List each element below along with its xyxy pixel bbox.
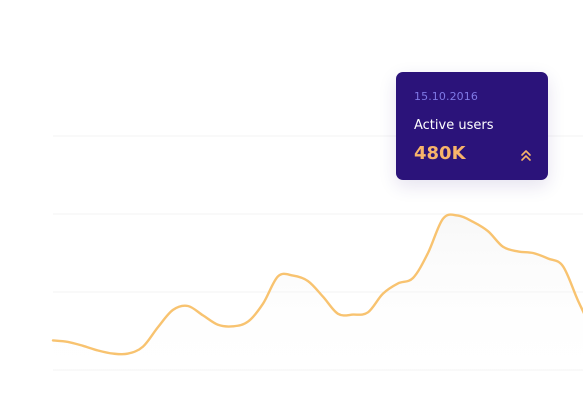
data-tooltip: 15.10.2016 Active users 480K — [396, 72, 548, 180]
double-chevron-up-icon — [521, 150, 531, 161]
tooltip-date: 15.10.2016 — [414, 90, 478, 103]
chart-plot — [51, 135, 583, 388]
tooltip-value-row: 480K — [414, 143, 531, 164]
series-area — [53, 214, 583, 388]
tooltip-value: 480K — [414, 143, 466, 164]
tooltip-metric-label: Active users — [414, 118, 494, 133]
line-chart: 15.10.2016 Active users 480K — [0, 0, 583, 418]
